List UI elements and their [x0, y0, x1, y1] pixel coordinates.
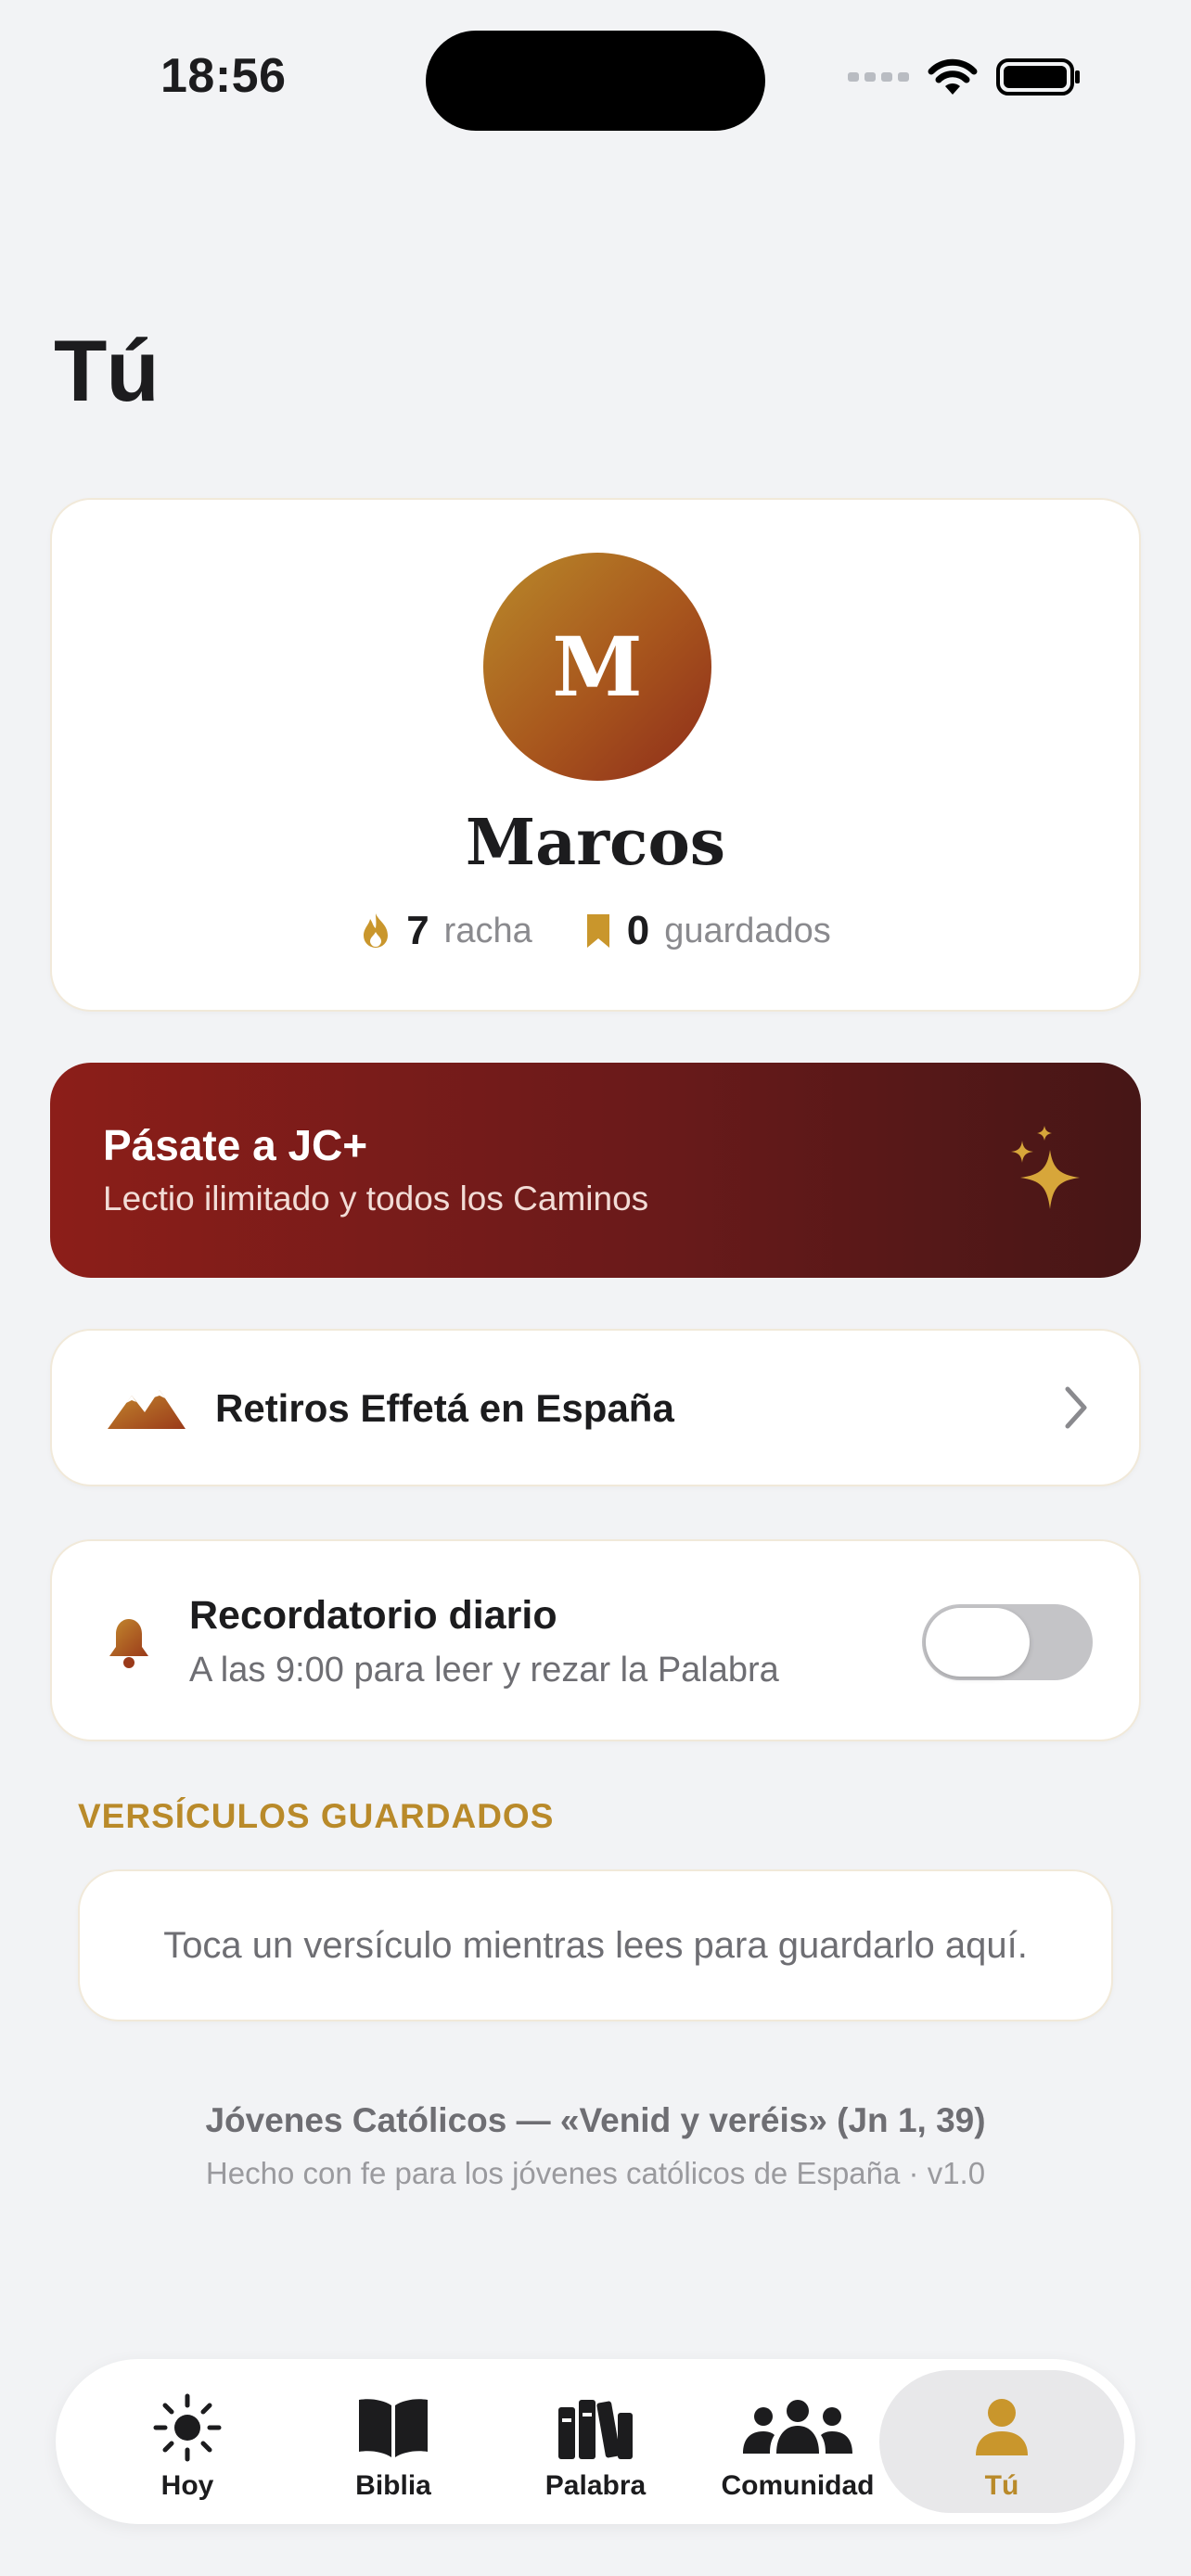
footer-tagline: Jóvenes Católicos — «Venid y veréis» (Jn…: [205, 2101, 986, 2139]
saved-verses-header: VERSÍCULOS GUARDADOS: [78, 1797, 555, 1835]
footer-version: Hecho con fe para los jóvenes católicos …: [205, 2156, 986, 2190]
tab-label: Tú: [984, 2470, 1019, 2501]
reminder-subtitle: A las 9:00 para leer y rezar la Palabra: [189, 1651, 779, 1690]
sparkles-icon: [1011, 1126, 1080, 1209]
tab-hoy[interactable]: Hoy: [85, 2370, 289, 2513]
saved-verses-empty-card: Toca un versículo mientras lees para gua…: [78, 1869, 1113, 2021]
empty-state-text: Toca un versículo mientras lees para gua…: [163, 1925, 1028, 1966]
person-icon: [976, 2399, 1028, 2455]
streak-label: racha: [443, 911, 532, 950]
retiros-row[interactable]: Retiros Effetá en España: [50, 1329, 1141, 1486]
saved-value: 0: [626, 908, 650, 953]
tab-label: Hoy: [160, 2470, 214, 2501]
tab-label: Comunidad: [721, 2470, 875, 2501]
tab-label: Biblia: [355, 2470, 431, 2501]
saved-label: guardados: [664, 911, 831, 950]
profile-screen: 18:56 Tú M Marcos 7 racha 0 guardados Pá…: [0, 0, 1191, 2576]
sun-icon: [153, 2393, 222, 2462]
daily-reminder-card: Recordatorio diario A las 9:00 para leer…: [50, 1539, 1141, 1741]
books-icon: [558, 2400, 633, 2459]
tab-comunidad[interactable]: Comunidad: [696, 2370, 900, 2513]
retiros-label: Retiros Effetá en España: [215, 1386, 674, 1430]
tab-label: Palabra: [544, 2470, 647, 2501]
toggle-knob: [926, 1608, 1030, 1677]
tab-bar: Hoy Biblia Palabra Comunidad Tú: [56, 2359, 1135, 2524]
profile-stats: 7 racha 0 guardados: [52, 908, 1139, 954]
dynamic-island: [426, 31, 765, 131]
people-icon: [743, 2400, 852, 2454]
status-icons: [848, 57, 1082, 96]
mountains-icon: [108, 1390, 186, 1429]
page-title: Tú: [54, 322, 160, 419]
tab-palabra[interactable]: Palabra: [493, 2370, 698, 2513]
book-icon: [359, 2399, 428, 2457]
wifi-icon: [928, 58, 978, 95]
bookmark-icon: [586, 914, 609, 948]
premium-banner[interactable]: Pásate a JC+ Lectio ilimitado y todos lo…: [50, 1063, 1141, 1278]
status-time: 18:56: [160, 49, 287, 103]
streak-stat: 7 racha: [360, 908, 532, 954]
tab-biblia[interactable]: Biblia: [291, 2370, 495, 2513]
premium-title: Pásate a JC+: [103, 1121, 368, 1169]
premium-subtitle: Lectio ilimitado y todos los Caminos: [103, 1180, 649, 1218]
chevron-right-icon: [1065, 1386, 1087, 1429]
avatar[interactable]: M: [483, 553, 711, 781]
profile-card: M Marcos 7 racha 0 guardados: [50, 498, 1141, 1012]
reminder-title: Recordatorio diario: [189, 1593, 557, 1638]
user-name: Marcos: [465, 806, 726, 880]
battery-icon: [996, 58, 1080, 96]
saved-stat: 0 guardados: [584, 908, 831, 954]
streak-value: 7: [406, 908, 429, 953]
avatar-initial: M: [552, 618, 643, 715]
reminder-toggle[interactable]: [922, 1604, 1093, 1680]
tab-tu[interactable]: Tú: [879, 2370, 1124, 2513]
cellular-icon: [848, 72, 909, 82]
flame-icon: [364, 913, 389, 948]
bell-icon: [109, 1619, 148, 1668]
